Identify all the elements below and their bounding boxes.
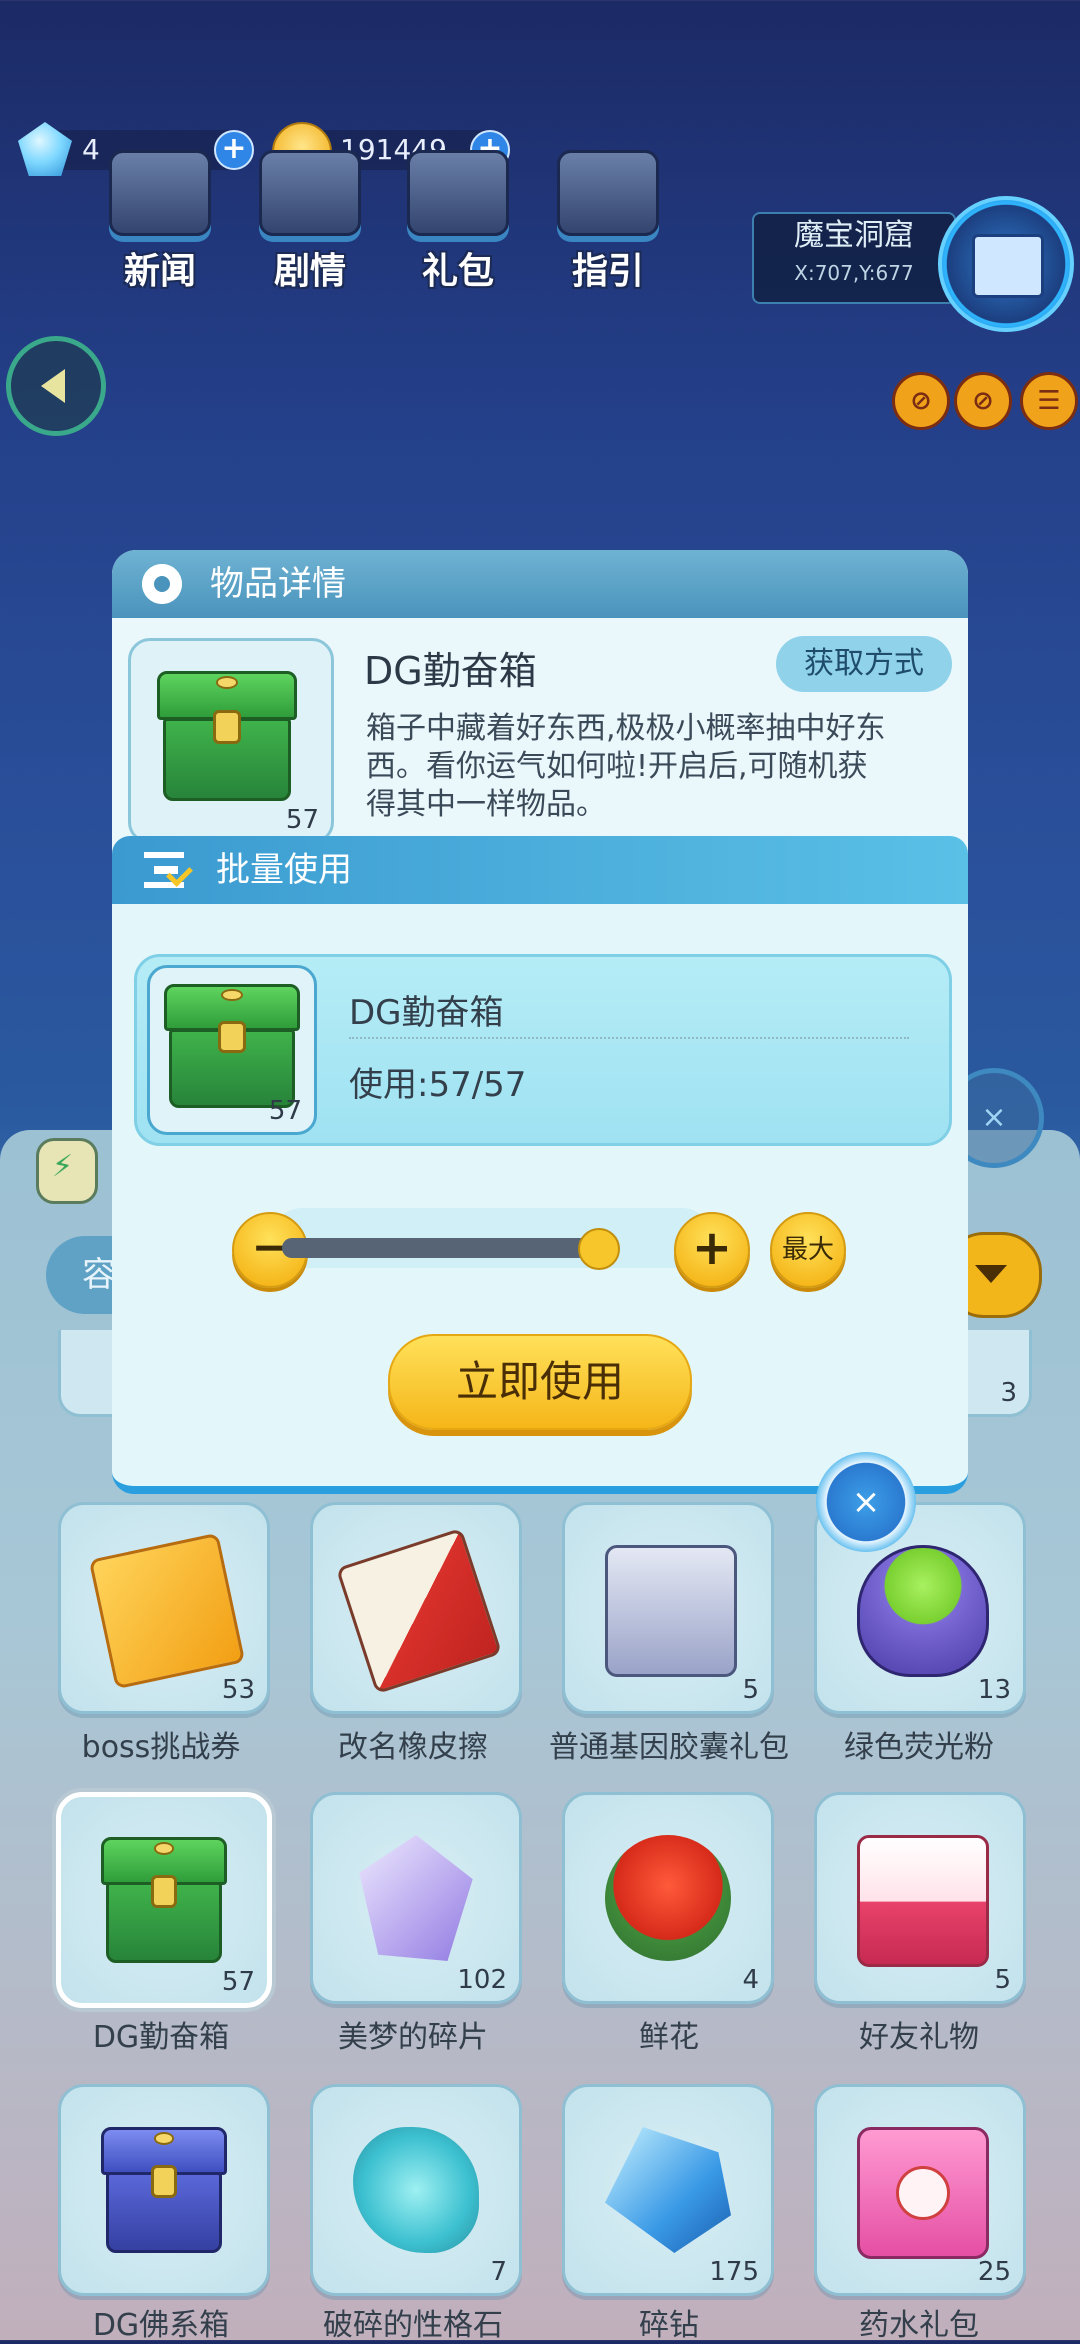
item-detail-panel: 物品详情 57 DG勤奋箱 获取方式 箱子中藏着好东西,极极小概率抽中好东西。看… [112, 550, 968, 870]
item-count: 4 [742, 1965, 759, 1995]
item-count: 57 [221, 1967, 255, 1997]
close-dialog-button[interactable]: × [816, 1452, 916, 1552]
shard-icon [605, 2127, 731, 2253]
item-count: 7 [490, 2257, 507, 2287]
inventory-tab-label: 容 [82, 1255, 116, 1295]
chest-blue-icon [101, 2127, 227, 2253]
inventory-slot[interactable] [58, 2084, 270, 2296]
item-name: 碎钻 [639, 2308, 699, 2343]
back-arrow-icon [41, 369, 65, 403]
item-name: 绿色荧光粉 [844, 1730, 994, 1765]
gift-icon [857, 1835, 989, 1967]
slider-handle[interactable] [578, 1228, 620, 1270]
inventory-slot[interactable]: 7 [310, 2084, 522, 2296]
partial-slot-count: 3 [1000, 1378, 1017, 1408]
story-machine-icon [259, 150, 361, 236]
inventory-slot[interactable]: 175 [562, 2084, 774, 2296]
guide-label: 指引 [571, 251, 644, 292]
divider [349, 1037, 909, 1039]
add-gems-button[interactable]: + [214, 130, 254, 170]
item-detail-title: 物品详情 [210, 564, 346, 604]
batch-item-card: 57 DG勤奋箱 使用:57/57 [134, 954, 952, 1146]
chest-icon [101, 1837, 227, 1963]
item-name: 改名橡皮擦 [338, 1730, 488, 1765]
gems-icon [353, 2127, 479, 2253]
location-coords: X:707,Y:677 [794, 261, 914, 285]
inventory-slot[interactable]: 25 [814, 2084, 1026, 2296]
location-display: 魔宝洞窟 X:707,Y:677 [752, 212, 956, 304]
inventory-slot[interactable]: 4 [562, 1792, 774, 2004]
inventory-slot[interactable]: 53 [58, 1502, 270, 1714]
rose-icon [605, 1835, 731, 1961]
gift-pack-label: 礼包 [421, 251, 494, 292]
back-button[interactable] [6, 336, 106, 436]
energy-icon[interactable] [36, 1138, 98, 1204]
item-count: 5 [994, 1965, 1011, 1995]
batch-use-title: 批量使用 [216, 850, 352, 890]
menu-list-icon[interactable]: ☰ [1020, 372, 1078, 430]
item-count: 57 [285, 805, 319, 835]
item-name: DG佛系箱 [92, 2308, 230, 2343]
item-name: 鲜花 [639, 2020, 699, 2055]
batch-use-dialog: 批量使用 57 DG勤奋箱 使用:57/57 − + 最大 立即使用 [112, 836, 968, 1494]
item-count: 102 [457, 1965, 507, 1995]
item-name: 破碎的性格石 [323, 2308, 503, 2343]
guide-button[interactable]: 指引 [548, 150, 668, 292]
gem-count: 4 [82, 133, 100, 166]
inventory-slot[interactable]: 102 [310, 1792, 522, 2004]
no-effects-icon[interactable]: ⊘ [954, 372, 1012, 430]
news-machine-icon [109, 150, 211, 236]
acquire-method-button[interactable]: 获取方式 [776, 636, 952, 692]
item-count: 25 [977, 2257, 1011, 2287]
item-name: 药水礼包 [859, 2308, 979, 2343]
chest-icon [164, 984, 300, 1108]
item-thumbnail: 57 [147, 965, 317, 1135]
item-name: DG勤奋箱 [92, 2020, 230, 2055]
item-count: 13 [977, 1675, 1011, 1705]
gift-machine-icon [407, 150, 509, 236]
item-name: 美梦的碎片 [338, 2020, 488, 2055]
mute-sound-icon[interactable]: ⊘ [892, 372, 950, 430]
increase-button[interactable]: + [674, 1212, 750, 1288]
item-count: 175 [709, 2257, 759, 2287]
item-count: 53 [221, 1675, 255, 1705]
plus-icon: + [691, 1220, 733, 1276]
guide-machine-icon [557, 150, 659, 236]
item-thumbnail: 57 [128, 638, 334, 844]
batch-item-name: DG勤奋箱 [349, 993, 504, 1033]
map-button[interactable] [938, 196, 1074, 332]
gift-pack-button[interactable]: 礼包 [398, 150, 518, 292]
story-button[interactable]: 剧情 [250, 150, 370, 292]
item-name: boss挑战券 [81, 1730, 241, 1765]
map-icon [972, 234, 1044, 298]
news-label: 新闻 [123, 251, 196, 292]
bowl-icon [857, 1545, 989, 1677]
eraser-icon [335, 1527, 503, 1695]
gear-icon [142, 564, 182, 604]
use-now-button[interactable]: 立即使用 [388, 1334, 692, 1430]
story-label: 剧情 [273, 251, 346, 292]
batch-use-header: 批量使用 [112, 836, 968, 904]
inventory-slot[interactable] [310, 1502, 522, 1714]
ticket-icon [88, 1532, 246, 1690]
chest-icon [157, 671, 297, 801]
max-button[interactable]: 最大 [770, 1212, 846, 1288]
item-count: 5 [742, 1675, 759, 1705]
item-name: 普通基因胶囊礼包 [549, 1730, 789, 1765]
capsule-icon [605, 1545, 737, 1677]
item-name: DG勤奋箱 [364, 649, 537, 693]
potion-icon [857, 2127, 989, 2259]
crystal-icon [359, 1835, 473, 1961]
location-name: 魔宝洞窟 [794, 218, 914, 253]
item-detail-header: 物品详情 [112, 550, 968, 618]
batch-usage-count: 使用:57/57 [349, 1065, 527, 1105]
item-count: 57 [268, 1096, 302, 1126]
quantity-slider[interactable] [282, 1238, 592, 1258]
inventory-slot[interactable]: 5 [562, 1502, 774, 1714]
item-name: 好友礼物 [859, 2020, 979, 2055]
inventory-slot[interactable]: 5 [814, 1792, 1026, 2004]
item-description: 箱子中藏着好东西,极极小概率抽中好东西。看你运气如何啦!开启后,可随机获得其中一… [366, 711, 886, 822]
news-button[interactable]: 新闻 [100, 150, 220, 292]
inventory-slot-selected[interactable]: 57 [56, 1792, 272, 2008]
